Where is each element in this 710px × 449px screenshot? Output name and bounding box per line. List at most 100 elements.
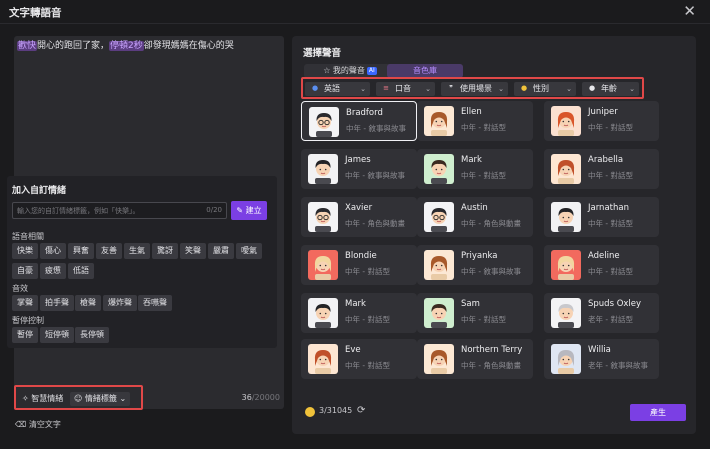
chevron-down-icon: ⌄	[629, 85, 635, 93]
voice-card[interactable]: Blondie 中年 - 對話型	[301, 245, 417, 285]
emotion-tag-label: 情緒標籤	[84, 394, 117, 403]
voice-desc: 中年 - 對話型	[588, 267, 633, 276]
voice-card[interactable]: Ellen 中年 - 對話型	[417, 101, 533, 141]
filter-age[interactable]: ● 年齡 ⌄	[582, 82, 639, 96]
voice-name: Priyanka	[461, 251, 498, 261]
chevron-down-icon: ⌄	[425, 85, 431, 93]
credits-value: 3/31045	[319, 406, 353, 415]
ai-badge: AI	[366, 67, 377, 75]
filter-accent[interactable]: ≡ 口音 ⌄	[376, 82, 435, 96]
voice-card[interactable]: Austin 中年 - 角色與動畫	[417, 197, 533, 237]
voice-card[interactable]: Sam 中年 - 對話型	[417, 293, 533, 333]
filter-language[interactable]: ● 英語 ⌄	[305, 82, 370, 96]
filter-label: 使用場景	[460, 84, 492, 93]
chip[interactable]: 低語	[68, 263, 94, 279]
chip[interactable]: 短停頓	[40, 327, 74, 343]
voice-name: Jarnathan	[588, 203, 629, 213]
voice-desc: 中年 - 對話型	[345, 315, 390, 324]
tab-label: 我的聲音	[332, 66, 365, 75]
create-button[interactable]: ✎ 建立	[231, 201, 267, 220]
clear-text-button[interactable]: ⌫ 清空文字	[15, 419, 61, 430]
filter-label: 口音	[395, 84, 411, 93]
emotion-tag-button[interactable]: ☺ 情緒標籤 ⌄	[70, 392, 131, 406]
voice-desc: 中年 - 對話型	[588, 219, 633, 228]
voice-avatar	[424, 202, 454, 232]
voice-name: Eve	[345, 345, 361, 355]
custom-emotion-input[interactable]: 輸入您的自訂情緒標籤，例如「快樂」。 0/20	[12, 202, 227, 219]
chip[interactable]: 生氣	[124, 243, 150, 259]
chip[interactable]: 掌聲	[12, 295, 38, 311]
filter-scenario[interactable]: ❞ 使用場景 ⌄	[441, 82, 508, 96]
voice-name: Xavier	[345, 203, 373, 213]
voice-card[interactable]: Eve 中年 - 對話型	[301, 339, 417, 379]
voice-avatar	[551, 298, 581, 328]
voice-desc: 中年 - 對話型	[461, 123, 506, 132]
voice-avatar	[424, 344, 454, 374]
voice-name: Bradford	[346, 108, 383, 118]
voice-desc: 中年 - 對話型	[345, 361, 390, 370]
chip[interactable]: 興奮	[68, 243, 94, 259]
group-label-voice: 語音相關	[12, 232, 44, 241]
voice-name: Mark	[345, 299, 366, 309]
chip[interactable]: 笑聲	[180, 243, 206, 259]
chip[interactable]: 友善	[96, 243, 122, 259]
voice-card[interactable]: Spuds Oxley 老年 - 對話型	[544, 293, 659, 333]
generate-button[interactable]: 產生	[630, 404, 686, 421]
voice-card[interactable]: James 中年 - 敘事與故事	[301, 149, 417, 189]
voice-avatar	[308, 298, 338, 328]
smart-emotion-button[interactable]: ✧ 智慧情緒	[18, 392, 67, 406]
smart-emotion-label: 智慧情緒	[31, 394, 64, 403]
voice-name: Sam	[461, 299, 480, 309]
voice-desc: 老年 - 對話型	[588, 315, 633, 324]
chip[interactable]: 驚訝	[152, 243, 178, 259]
tab-voice-library[interactable]: 音色庫	[387, 64, 463, 78]
chip[interactable]: 嚴肅	[208, 243, 234, 259]
voice-avatar	[551, 202, 581, 232]
chip[interactable]: 拍手聲	[40, 295, 74, 311]
voice-card[interactable]: Arabella 中年 - 對話型	[544, 149, 659, 189]
chip[interactable]: 槍聲	[75, 295, 101, 311]
emotion-tag-chip[interactable]: 歡快	[17, 41, 38, 51]
voice-card[interactable]: Adeline 中年 - 對話型	[544, 245, 659, 285]
voice-card[interactable]: Juniper 中年 - 對話型	[544, 101, 659, 141]
voice-card[interactable]: Mark 中年 - 對話型	[417, 149, 533, 189]
char-counter: 36/20000	[242, 393, 280, 402]
chip[interactable]: 快樂	[12, 243, 38, 259]
voice-card[interactable]: Mark 中年 - 對話型	[301, 293, 417, 333]
voice-avatar	[308, 202, 338, 232]
chip[interactable]: 傷心	[40, 243, 66, 259]
input-count: 0/20	[206, 206, 222, 214]
voice-name: Willia	[588, 345, 611, 355]
tab-my-voice[interactable]: ☆ 我的聲音 AI	[313, 64, 387, 78]
age-icon: ●	[588, 84, 596, 92]
filter-label: 年齡	[601, 84, 617, 93]
custom-emotion-popup: 加入自訂情緒 輸入您的自訂情緒標籤，例如「快樂」。 0/20 ✎ 建立 語音相關…	[7, 176, 277, 348]
chip[interactable]: 長停頓	[75, 327, 109, 343]
voice-card[interactable]: Willia 老年 - 敘事與故事	[544, 339, 659, 379]
filter-gender[interactable]: ● 性別 ⌄	[514, 82, 576, 96]
chip[interactable]: 爆炸聲	[103, 295, 137, 311]
voice-desc: 中年 - 對話型	[588, 171, 633, 180]
editor-footer: ✧ 智慧情緒 ☺ 情緒標籤 ⌄ 36/20000	[14, 387, 284, 409]
voice-avatar	[308, 250, 338, 280]
chip[interactable]: 噯氣	[236, 243, 262, 259]
voice-card[interactable]: Jarnathan 中年 - 對話型	[544, 197, 659, 237]
editor-text[interactable]: 歡快開心的跑回了家，停頓2秒卻發現媽媽在傷心的哭	[17, 40, 281, 52]
pause-tag-chip[interactable]: 停頓2秒	[109, 41, 144, 51]
voice-name: Juniper	[588, 107, 618, 117]
chip[interactable]: 疲憊	[40, 263, 66, 279]
chip[interactable]: 自豪	[12, 263, 38, 279]
voice-avatar	[424, 250, 454, 280]
voice-desc: 中年 - 角色與動畫	[345, 219, 405, 228]
filter-label: 英語	[324, 84, 340, 93]
close-icon[interactable]: ✕	[683, 3, 696, 19]
popup-heading: 加入自訂情緒	[12, 186, 67, 196]
group-label-sfx: 音效	[12, 284, 28, 293]
chip[interactable]: 吞嚥聲	[138, 295, 172, 311]
refresh-icon[interactable]: ⟳	[357, 405, 365, 416]
chip[interactable]: 暫停	[12, 327, 38, 343]
voice-card[interactable]: Northern Terry 中年 - 角色與動畫	[417, 339, 533, 379]
voice-card[interactable]: Xavier 中年 - 角色與動畫	[301, 197, 417, 237]
voice-card[interactable]: Bradford 中年 - 敘事與故事	[301, 101, 417, 141]
voice-card[interactable]: Priyanka 中年 - 敘事與故事	[417, 245, 533, 285]
